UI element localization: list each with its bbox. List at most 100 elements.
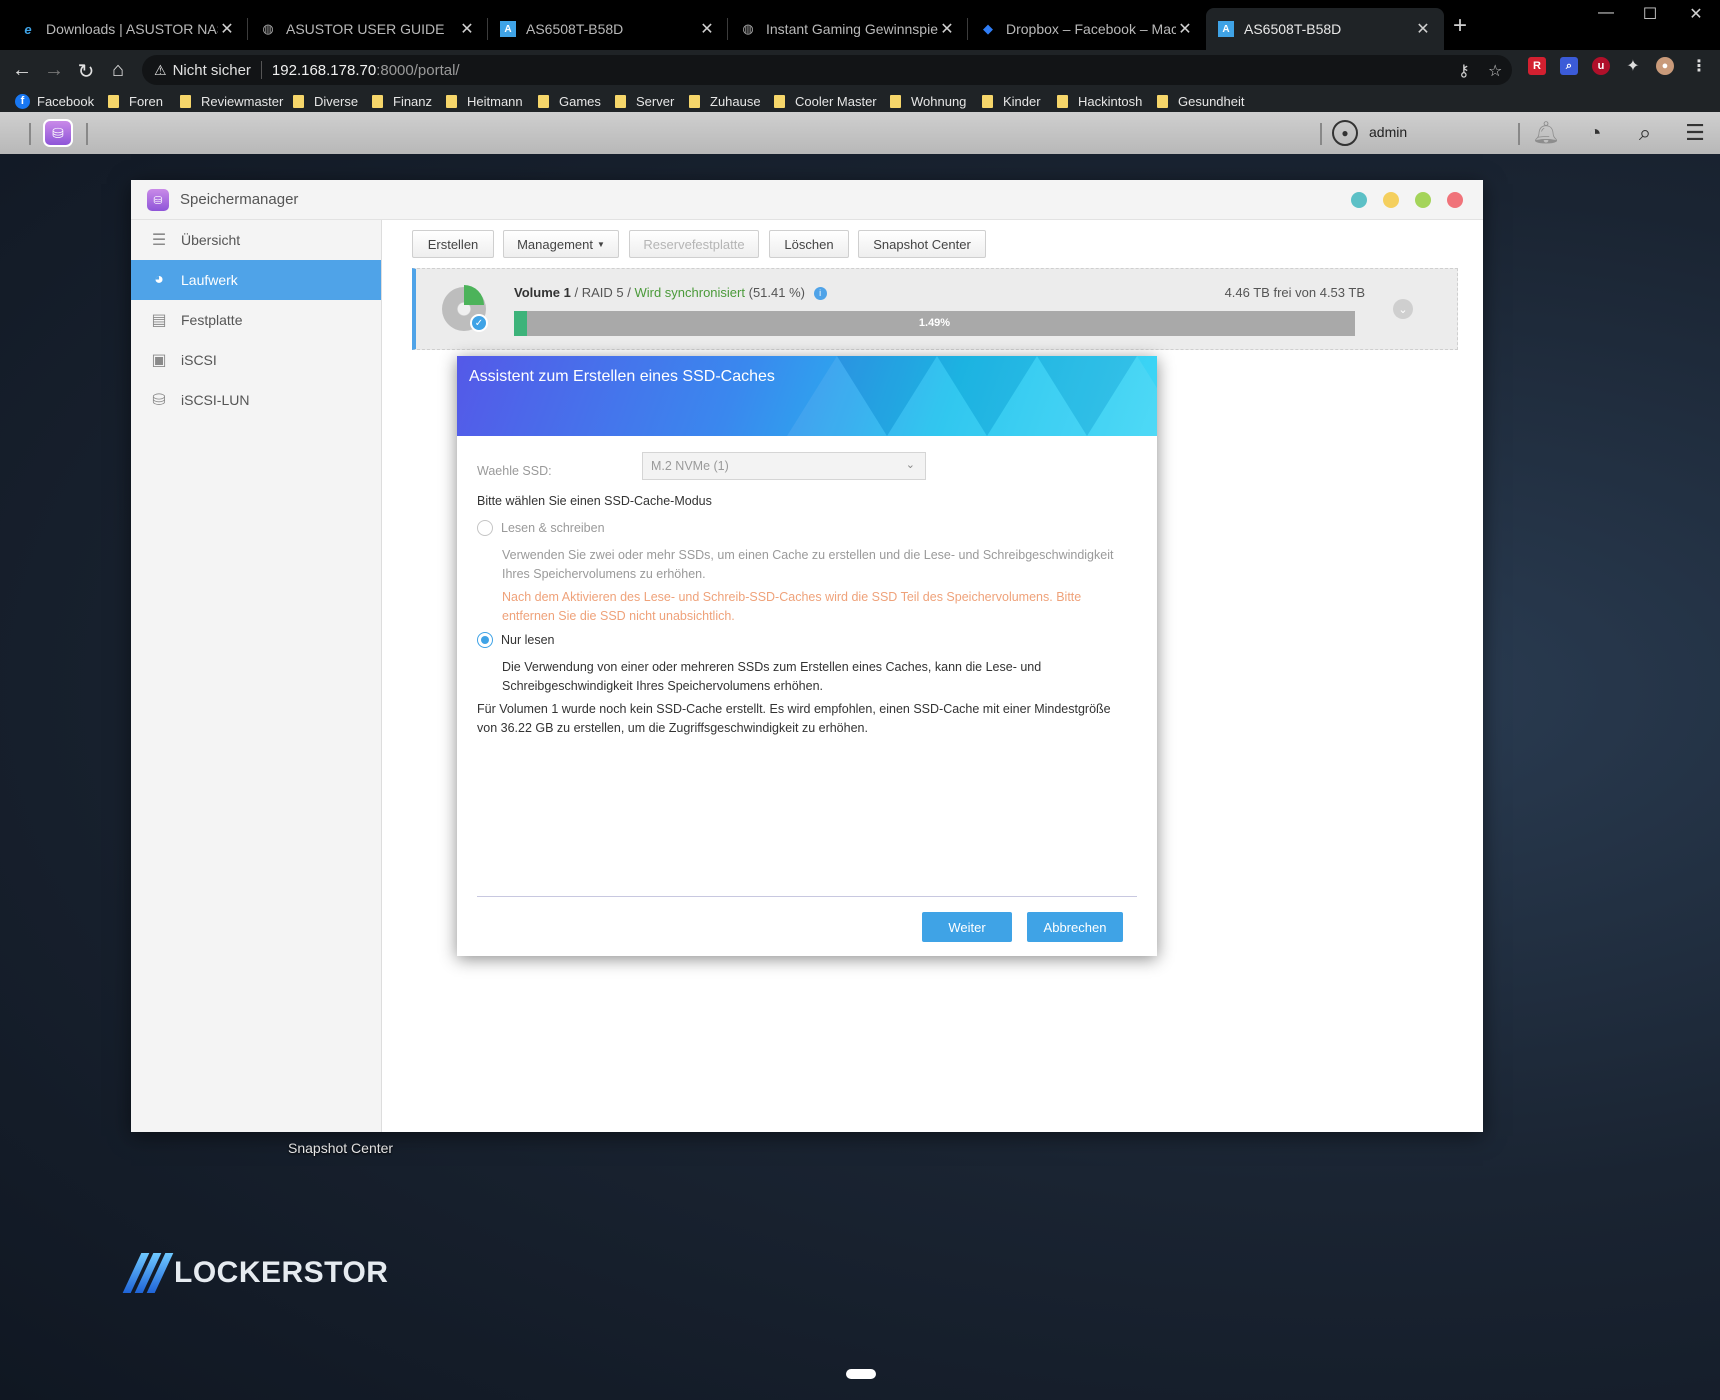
check-icon: ✓	[470, 314, 488, 332]
radio-read-only[interactable]: Nur lesen	[477, 632, 555, 648]
globe-icon: ◍	[742, 21, 754, 36]
folder-icon	[615, 94, 626, 108]
maximize-icon[interactable]: ☐	[1630, 4, 1670, 24]
bookmark-folder[interactable]: Hackintosh	[1057, 90, 1142, 112]
radio-button-read-only[interactable]	[477, 632, 493, 648]
facebook-icon: f	[15, 93, 30, 109]
dialog-header[interactable]: Assistent zum Erstellen eines SSD-Caches	[457, 356, 1157, 436]
volume-name: Volume 1	[514, 285, 571, 300]
bookmark-folder[interactable]: Foren	[108, 90, 163, 112]
browser-tab[interactable]: ◍ ASUSTOR USER GUIDE ✕	[248, 8, 488, 50]
sidebar-item-volume[interactable]: ◕ Laufwerk	[131, 260, 381, 300]
close-tab-icon[interactable]: ✕	[938, 19, 956, 39]
bookmark-item[interactable]: f Facebook	[15, 90, 94, 112]
delete-button[interactable]: Löschen	[769, 230, 849, 258]
window-titlebar[interactable]: ⛁ Speichermanager	[131, 180, 1483, 220]
key-icon[interactable]: ⚷	[1458, 61, 1470, 81]
sidebar: ☰ Übersicht ◕ Laufwerk ▤ Festplatte ▣ iS…	[131, 220, 382, 1132]
lockerstor-logo: LOCKERSTOR	[122, 1250, 388, 1295]
reload-icon[interactable]: ↻	[74, 59, 98, 84]
widgets-icon[interactable]: ☰	[1682, 120, 1708, 146]
next-button[interactable]: Weiter	[922, 912, 1012, 942]
dashboard-icon[interactable]: ◔	[1582, 120, 1608, 146]
radio-button-read-write[interactable]	[477, 520, 493, 536]
url-input[interactable]: ⚠ Nicht sicher 192.168.178.70 :8000/port…	[142, 55, 1512, 85]
volume-free-space: 4.46 TB frei von 4.53 TB	[1224, 285, 1365, 300]
bookmark-folder[interactable]: Wohnung	[890, 90, 966, 112]
close-tab-icon[interactable]: ✕	[1414, 19, 1432, 39]
bell-icon[interactable]: 🔔︎	[1532, 120, 1560, 146]
volume-usage-wedge-icon	[464, 285, 484, 305]
dropbox-icon: ◆	[983, 21, 993, 36]
profile-avatar[interactable]: ●	[1656, 57, 1674, 75]
close-window-icon[interactable]: ✕	[1676, 4, 1716, 24]
folder-icon	[774, 94, 785, 108]
security-label[interactable]: Nicht sicher	[173, 62, 251, 79]
sidebar-item-disk[interactable]: ▤ Festplatte	[131, 300, 381, 340]
bookmark-folder[interactable]: Gesundheit	[1157, 90, 1245, 112]
star-icon[interactable]: ☆	[1488, 61, 1502, 81]
user-icon[interactable]: ●	[1332, 120, 1358, 146]
snapshot-center-button[interactable]: Snapshot Center	[858, 230, 986, 258]
dialog-divider	[477, 896, 1137, 897]
bookmark-folder[interactable]: Diverse	[293, 90, 358, 112]
bookmark-folder[interactable]: Finanz	[372, 90, 432, 112]
bookmark-folder[interactable]: Reviewmaster	[180, 90, 283, 112]
home-icon[interactable]: ⌂	[106, 59, 130, 82]
close-tab-icon[interactable]: ✕	[698, 19, 716, 39]
close-dot-button[interactable]	[1447, 192, 1463, 208]
browser-tab[interactable]: ◍ Instant Gaming Gewinnspiel | Ha ✕	[728, 8, 968, 50]
maximize-dot-button[interactable]	[1415, 192, 1431, 208]
close-tab-icon[interactable]: ✕	[458, 19, 476, 39]
volume-row[interactable]: ✓ Volume 1 / RAID 5 / Wird synchronisier…	[412, 268, 1458, 350]
storage-manager-taskbar-icon[interactable]: ⛁	[43, 119, 73, 147]
sidebar-item-iscsi-lun[interactable]: ⛁ iSCSI-LUN	[131, 380, 381, 420]
volume-icon: ◕	[154, 271, 164, 288]
search-icon[interactable]: ⌕	[1632, 120, 1658, 146]
bookmark-folder[interactable]: Server	[615, 90, 674, 112]
minimize-icon[interactable]: —	[1586, 4, 1626, 22]
create-button[interactable]: Erstellen	[412, 230, 494, 258]
help-dot-button[interactable]	[1351, 192, 1367, 208]
list-icon: ☰	[151, 232, 167, 249]
sidebar-item-iscsi[interactable]: ▣ iSCSI	[131, 340, 381, 380]
browser-tab[interactable]: ◆ Dropbox – Facebook – Machen S ✕	[968, 8, 1206, 50]
puzzle-icon[interactable]: ✦	[1624, 57, 1642, 75]
bookmark-folder[interactable]: Kinder	[982, 90, 1041, 112]
browser-tab[interactable]: A AS6508T-B58D ✕	[488, 8, 728, 50]
radio-read-write[interactable]: Lesen & schreiben	[477, 520, 605, 536]
folder-icon	[446, 94, 457, 108]
desktop-shortcut-snapshot-center[interactable]: Snapshot Center	[288, 1140, 393, 1156]
management-dropdown[interactable]: Management ▼	[503, 230, 619, 258]
bookmark-folder[interactable]: Heitmann	[446, 90, 523, 112]
extension-r-icon[interactable]: R	[1528, 57, 1546, 75]
extension-search-icon[interactable]: ⌕	[1560, 57, 1578, 75]
close-tab-icon[interactable]: ✕	[1176, 19, 1194, 39]
spare-disk-button[interactable]: Reservefestplatte	[629, 230, 759, 258]
new-tab-icon[interactable]: +	[1453, 12, 1467, 40]
forward-icon[interactable]: →	[42, 59, 66, 82]
ssd-select[interactable]: M.2 NVMe (1) ⌄	[642, 452, 926, 480]
username[interactable]: admin	[1369, 124, 1407, 140]
asustor-e-icon: e	[24, 21, 32, 37]
minimize-dot-button[interactable]	[1383, 192, 1399, 208]
close-tab-icon[interactable]: ✕	[218, 19, 236, 39]
bookmark-folder[interactable]: Games	[538, 90, 601, 112]
storage-manager-app-icon: ⛁	[147, 189, 169, 211]
bookmark-folder[interactable]: Cooler Master	[774, 90, 877, 112]
browser-tab[interactable]: e Downloads | ASUSTOR NAS ✕	[8, 8, 248, 50]
bookmark-folder[interactable]: Zuhause	[689, 90, 761, 112]
info-icon[interactable]: i	[813, 286, 827, 300]
cancel-button[interactable]: Abbrechen	[1027, 912, 1123, 942]
browser-tab-active[interactable]: A AS6508T-B58D ✕	[1206, 8, 1444, 50]
chevron-down-icon[interactable]: ⌄	[1393, 299, 1413, 319]
ublock-icon[interactable]: u	[1592, 57, 1610, 75]
menu-dots-icon[interactable]: ⋮	[1690, 57, 1708, 75]
volume-usage-bar: 1.49%	[514, 311, 1355, 336]
back-icon[interactable]: ←	[10, 59, 34, 82]
volume-status: Wird synchronisiert	[634, 285, 745, 300]
folder-icon	[1057, 94, 1068, 108]
desktop-page-indicator[interactable]	[846, 1369, 876, 1379]
sidebar-item-overview[interactable]: ☰ Übersicht	[131, 220, 381, 260]
asustor-a-icon: A	[1218, 21, 1234, 37]
